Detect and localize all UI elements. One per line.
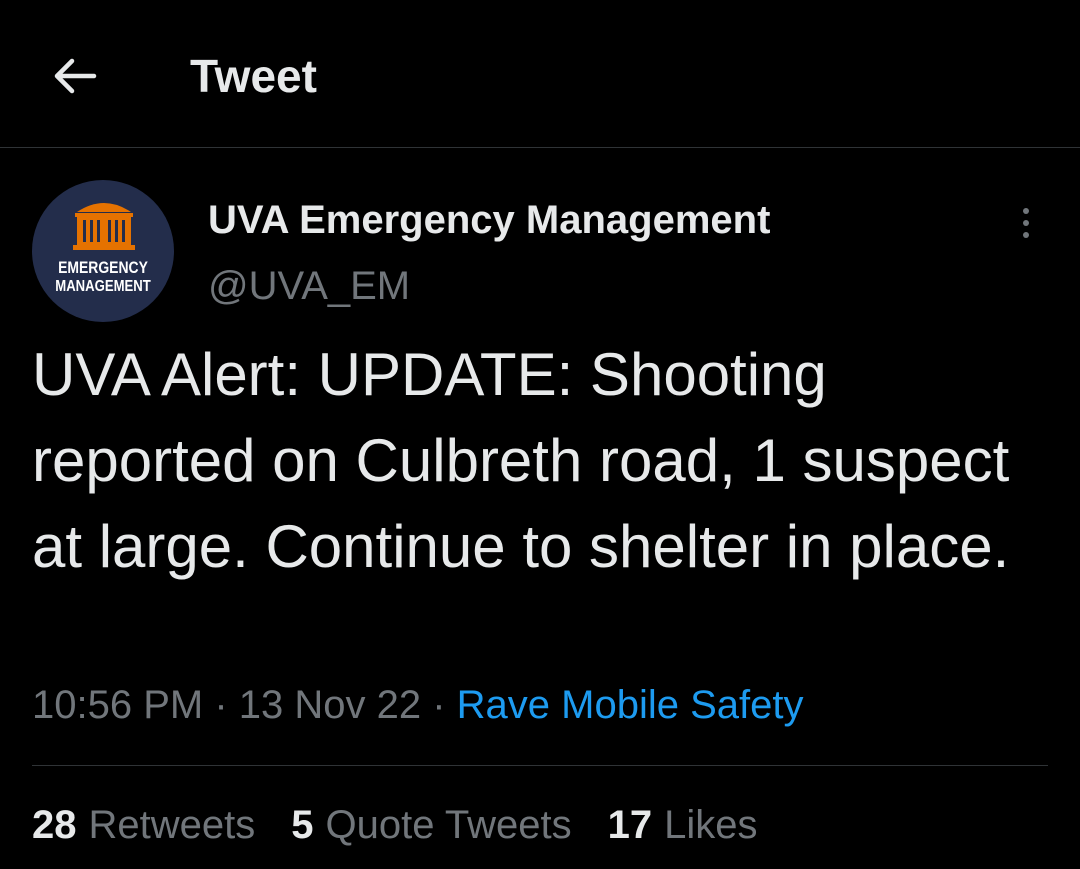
avatar-label-line2: MANAGEMENT <box>55 278 151 295</box>
tweet-metadata: 10:56 PM · 13 Nov 22 · Rave Mobile Safet… <box>32 680 804 730</box>
tweet-time[interactable]: 10:56 PM <box>32 683 203 727</box>
avatar-label-line1: EMERGENCY <box>58 258 148 277</box>
tweet-date[interactable]: 13 Nov 22 <box>239 683 421 727</box>
author-handle[interactable]: @UVA_EM <box>208 262 410 310</box>
rotunda-icon <box>73 203 135 250</box>
top-bar: Tweet <box>0 0 1080 148</box>
meta-separator: · <box>203 683 239 727</box>
engagement-stats: 28 Retweets 5 Quote Tweets 17 Likes <box>32 800 793 850</box>
quote-tweets-count: 5 <box>291 803 314 847</box>
author-name[interactable]: UVA Emergency Management <box>208 196 770 244</box>
retweets-stat[interactable]: 28 Retweets <box>32 800 255 850</box>
likes-count: 17 <box>607 803 653 847</box>
tweet-source-link[interactable]: Rave Mobile Safety <box>457 683 804 727</box>
more-vertical-icon-dot <box>1023 220 1029 226</box>
avatar[interactable]: EMERGENCY MANAGEMENT <box>32 180 174 322</box>
page-title: Tweet <box>190 50 317 102</box>
quote-tweets-label: Quote Tweets <box>325 803 572 847</box>
tweet-text: UVA Alert: UPDATE: Shooting reported on … <box>32 341 1010 580</box>
retweets-label: Retweets <box>88 803 256 847</box>
arrow-left-icon <box>54 58 97 94</box>
meta-separator: · <box>421 683 457 727</box>
more-vertical-icon <box>1023 208 1029 214</box>
likes-label: Likes <box>664 803 758 847</box>
divider <box>32 765 1048 766</box>
likes-stat[interactable]: 17 Likes <box>608 800 758 850</box>
retweets-count: 28 <box>32 803 77 847</box>
more-options-button[interactable] <box>1006 200 1046 246</box>
quote-tweets-stat[interactable]: 5 Quote Tweets <box>291 800 571 850</box>
more-vertical-icon-dot <box>1023 232 1029 238</box>
back-button[interactable] <box>44 48 104 104</box>
